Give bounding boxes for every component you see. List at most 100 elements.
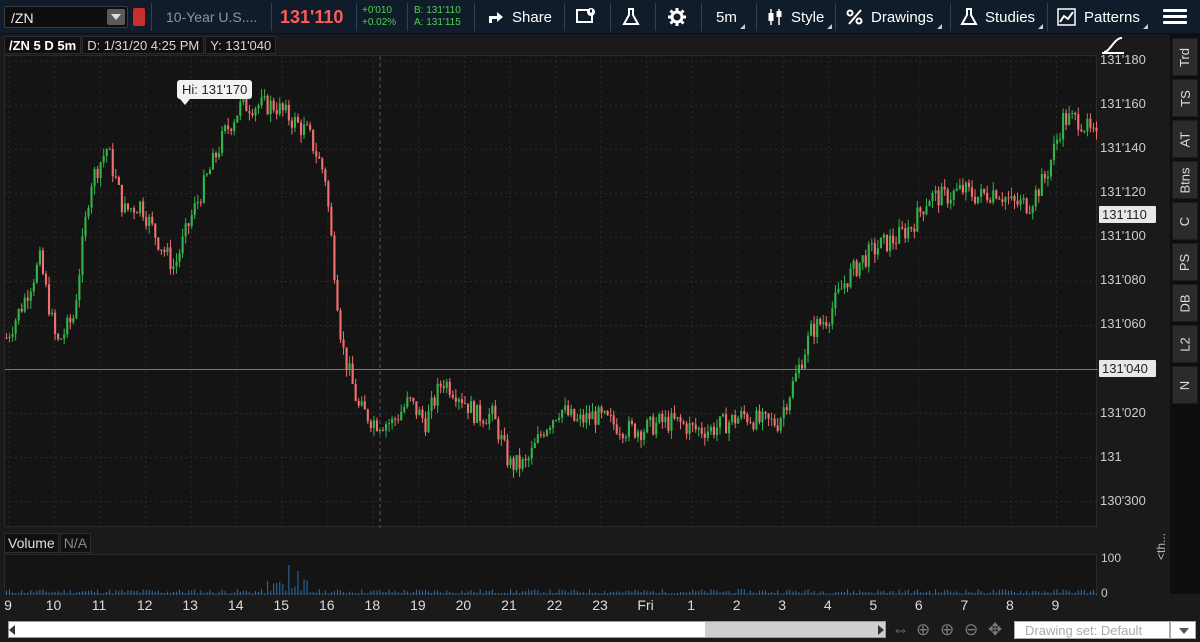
price-bar — [1058, 139, 1062, 141]
price-bar — [718, 416, 722, 428]
price-bar — [454, 397, 457, 402]
price-bar — [1080, 129, 1083, 132]
side-panel-tabs: Trd TS AT Btns C PS DB L2 N — [1170, 34, 1200, 594]
price-bar — [224, 125, 227, 131]
price-bar — [970, 187, 974, 197]
toolbar-divider — [474, 3, 475, 31]
price-tick-label: 131'180 — [1100, 52, 1146, 68]
side-tab-at[interactable]: AT — [1172, 120, 1198, 158]
time-tick-label: 23 — [592, 597, 608, 613]
volume-title[interactable]: Volume — [4, 533, 59, 553]
side-tab-ts[interactable]: TS — [1172, 79, 1198, 117]
price-bar — [576, 419, 579, 421]
price-bar — [609, 414, 612, 416]
price-bar — [1083, 131, 1086, 133]
side-tab-db[interactable]: DB — [1172, 284, 1198, 322]
time-tick-label: 13 — [182, 597, 198, 613]
settings-button[interactable] — [668, 0, 693, 34]
expand-horizontal-icon[interactable]: ⇔ — [892, 620, 909, 640]
scroll-left-icon[interactable] — [9, 625, 15, 635]
price-bar — [1092, 127, 1095, 129]
interval-button[interactable]: 5m — [716, 0, 745, 34]
price-bar — [806, 335, 810, 355]
price-bar — [700, 427, 703, 434]
toolbar-divider — [756, 3, 757, 31]
interval-label: 5m — [716, 8, 737, 26]
price-bar — [542, 434, 545, 436]
price-bar — [1074, 112, 1077, 115]
studies-button[interactable]: Studies — [960, 0, 1044, 34]
price-bar — [339, 310, 342, 340]
pan-icon[interactable]: ✥ — [988, 620, 1002, 640]
price-bar — [873, 243, 876, 255]
side-tab-ps[interactable]: PS — [1172, 243, 1198, 281]
price-bar — [1010, 196, 1013, 199]
price-bar — [430, 397, 433, 412]
flexible-grid-button[interactable] — [576, 0, 603, 34]
price-bar — [740, 410, 743, 419]
price-bar — [333, 235, 336, 281]
zoom-in-icon[interactable]: ⊕ — [940, 620, 954, 640]
price-bar — [837, 288, 840, 293]
price-bar — [1034, 189, 1037, 207]
scroll-right-icon[interactable] — [878, 625, 884, 635]
side-tab-trd[interactable]: Trd — [1172, 38, 1198, 76]
price-bar — [482, 421, 485, 424]
price-bar — [236, 115, 239, 123]
chevron-down-icon[interactable] — [107, 9, 125, 25]
price-bar — [913, 228, 916, 232]
price-bar — [712, 426, 715, 435]
price-chart[interactable] — [4, 55, 1098, 528]
price-bar — [834, 292, 837, 309]
side-tab-l2[interactable]: L2 — [1172, 325, 1198, 363]
side-tab-c[interactable]: C — [1172, 202, 1198, 240]
price-bar — [785, 407, 788, 411]
time-axis[interactable]: 9 10 11 12 13 14 15 16 18 19 20 21 22 23 Fri 1 2 3 4 5 6 7 8 9 — [0, 596, 1170, 616]
symbol-selector[interactable]: /ZN — [4, 6, 128, 28]
price-axis[interactable]: 131'180 131'160 131'140 131'120 131'100 131'0… — [1097, 52, 1170, 527]
dropdown-corner-icon — [1142, 24, 1148, 29]
price-bar — [694, 424, 697, 430]
chart-style-line-icon[interactable] — [1102, 36, 1124, 54]
dropdown-corner-icon — [827, 24, 833, 29]
volume-side-label[interactable]: <th... — [1154, 533, 1168, 560]
price-bar — [1019, 199, 1022, 205]
price-bar — [813, 323, 816, 337]
price-bar — [731, 414, 734, 423]
chevron-down-icon[interactable] — [1170, 621, 1196, 639]
hamburger-menu-icon[interactable] — [1155, 5, 1195, 29]
share-button[interactable]: Share — [487, 0, 552, 34]
side-tab-n[interactable]: N — [1172, 366, 1198, 404]
price-bar — [943, 186, 946, 190]
price-bar — [1004, 197, 1007, 202]
thinkback-button[interactable] — [622, 0, 647, 34]
price-bar — [433, 397, 436, 406]
volume-chart[interactable] — [4, 554, 1098, 595]
toolbar-divider — [564, 3, 565, 31]
time-tick-label: 10 — [45, 597, 62, 613]
price-tick-label: 131'100 — [1100, 228, 1146, 244]
horizontal-scrollbar[interactable] — [8, 621, 886, 638]
price-bar — [397, 419, 400, 421]
drawings-button[interactable]: Drawings — [846, 0, 942, 34]
price-bar — [315, 151, 318, 157]
chart-symbol-period[interactable]: /ZN 5 D 5m — [4, 36, 82, 54]
patterns-button[interactable]: Patterns — [1057, 0, 1148, 34]
price-chart-svg[interactable] — [5, 56, 1098, 528]
drawing-set-select[interactable]: Drawing set: Default — [1014, 621, 1170, 639]
crosshair-icon[interactable]: ⊕ — [916, 620, 930, 640]
zoom-out-icon[interactable]: ⊖ — [964, 620, 978, 640]
price-bar — [129, 208, 133, 210]
symbol-link-icon[interactable] — [133, 8, 145, 26]
scroll-thumb[interactable] — [705, 622, 885, 637]
style-button[interactable]: Style — [766, 0, 833, 34]
price-tick-label: 131'020 — [1100, 404, 1146, 420]
time-tick-label: 22 — [546, 597, 563, 613]
volume-chart-svg[interactable] — [5, 555, 1098, 595]
price-bar — [879, 237, 882, 249]
side-tab-btns[interactable]: Btns — [1172, 161, 1198, 199]
price-bar — [266, 95, 269, 115]
price-bar — [406, 397, 409, 408]
price-bar — [391, 418, 394, 424]
price-bar — [655, 422, 658, 435]
